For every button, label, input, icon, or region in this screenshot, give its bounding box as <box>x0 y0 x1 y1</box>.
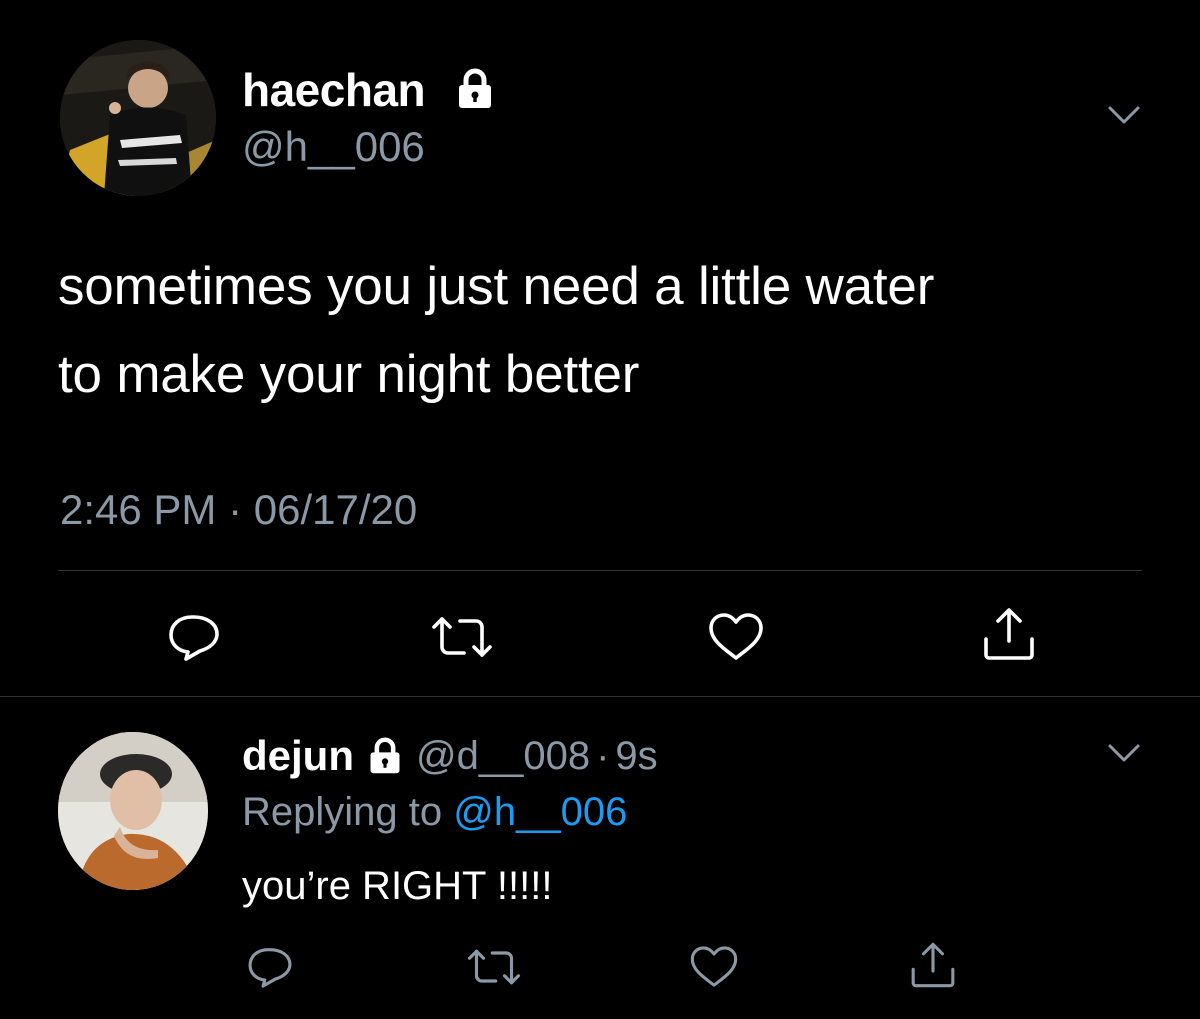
retweet-icon[interactable] <box>466 946 522 988</box>
tweet-text-line: sometimes you just need a little water <box>58 257 935 316</box>
tweet-text-line: to make your night better <box>58 345 640 404</box>
chevron-down-icon[interactable] <box>1106 104 1142 133</box>
lock-icon <box>366 737 404 775</box>
avatar-photo <box>58 732 208 890</box>
reply-author-display-name[interactable]: dejun <box>242 735 354 777</box>
reply-time[interactable]: 9s <box>615 736 657 776</box>
reply-author-handle[interactable]: @d__008 <box>416 736 590 776</box>
divider <box>58 570 1142 571</box>
meta-separator: · <box>596 734 610 778</box>
replying-to-label: Replying to <box>242 790 443 834</box>
avatar-photo <box>60 40 216 196</box>
replying-to-mention[interactable]: @h__006 <box>453 790 627 834</box>
retweet-icon[interactable] <box>430 613 494 661</box>
reply-header: dejun @d__008 · 9s <box>242 732 658 780</box>
like-icon[interactable] <box>706 611 766 663</box>
author-avatar[interactable] <box>60 40 216 196</box>
tweet-timestamp[interactable]: 2:46 PM · 06/17/20 <box>60 489 417 531</box>
author-handle[interactable]: @h__006 <box>242 126 425 168</box>
divider <box>0 696 1200 697</box>
reply-icon[interactable] <box>164 611 224 663</box>
lock-icon <box>454 68 496 110</box>
reply-author-avatar[interactable] <box>58 732 208 890</box>
reply-text: you’re RIGHT !!!!! <box>242 864 553 908</box>
chevron-down-icon[interactable] <box>1106 742 1142 771</box>
reply-icon[interactable] <box>244 944 296 990</box>
replying-to: Replying to @h__006 <box>242 792 627 832</box>
tweet-text: sometimes you just need a little water t… <box>58 243 1158 419</box>
share-icon[interactable] <box>908 940 958 990</box>
like-icon[interactable] <box>688 944 740 990</box>
share-icon[interactable] <box>980 605 1038 663</box>
author-display-name[interactable]: haechan <box>242 67 426 113</box>
